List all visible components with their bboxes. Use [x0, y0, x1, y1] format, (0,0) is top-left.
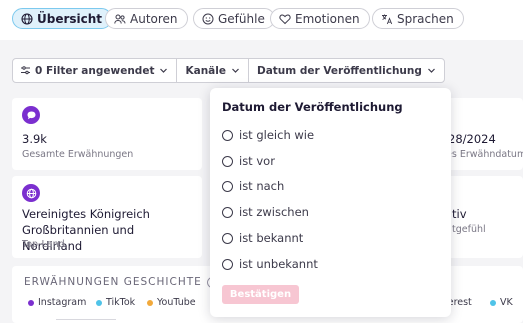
filters-applied-label: 0 Filter angewendet [35, 64, 155, 77]
option-ist-vor[interactable]: ist vor [222, 154, 275, 168]
sentiment-label: tgefühl [452, 224, 486, 235]
legend-label: TikTok [106, 297, 136, 308]
smile-icon [202, 13, 214, 24]
option-ist-zwischen[interactable]: ist zwischen [222, 205, 309, 219]
legend-dot [490, 299, 496, 306]
country-label: Top-Land [22, 239, 65, 250]
legend-label: Instagram [38, 297, 87, 308]
legend-dot [96, 299, 102, 306]
legend-label: VK [500, 297, 513, 308]
mentions-label: Gesamte Erwähnungen [22, 149, 134, 160]
translate-icon [382, 14, 393, 24]
legend-dot [147, 299, 153, 306]
tab-label: Sprachen [397, 11, 454, 26]
globe-icon [21, 12, 33, 25]
globe-icon [22, 184, 40, 202]
mentions-value: 3.9k [22, 132, 47, 146]
tab-label: Gefühle [218, 11, 265, 26]
chart-gridline [56, 319, 116, 320]
option-label: ist nach [239, 179, 285, 193]
heart-icon [279, 13, 291, 24]
chevron-down-icon [427, 68, 435, 73]
radio-button[interactable] [222, 129, 233, 141]
tab-emotionen[interactable]: Emotionen [270, 8, 370, 29]
mentions-card: 3.9k Gesamte Erwähnungen [12, 98, 202, 170]
channels-label: Kanäle [185, 64, 226, 77]
tab-label: Autoren [130, 11, 178, 26]
legend-label: YouTube [157, 297, 196, 308]
channels-dropdown[interactable]: Kanäle [177, 59, 249, 82]
filters-applied-dropdown[interactable]: 0 Filter angewendet [13, 59, 178, 82]
sentiment-value: tiv [452, 207, 467, 221]
option-label: ist bekannt [239, 231, 304, 245]
tab-uebersicht[interactable]: Übersicht [12, 8, 113, 29]
pubdate-label: Datum der Veröffentlichung [256, 64, 422, 77]
option-label: ist unbekannt [239, 257, 318, 271]
radio-button[interactable] [222, 155, 233, 167]
legend-item-vk[interactable]: VK [490, 297, 513, 308]
sliders-icon [21, 66, 30, 75]
date-value: 28/2024 [448, 132, 496, 146]
radio-button[interactable] [222, 180, 233, 192]
chevron-down-icon [160, 68, 168, 73]
history-title: ERWÄHNUNGEN GESCHICHTE ? [24, 276, 218, 288]
tab-bar: Übersicht Autoren Gefühle Emotionen Spra… [0, 0, 523, 40]
option-label: ist vor [239, 154, 275, 168]
legend-dot [28, 299, 34, 306]
tab-label: Übersicht [37, 11, 103, 26]
date-label: es Erwähndatum [446, 149, 523, 160]
country-card: Vereinigtes Königreich Großbritannien un… [12, 176, 202, 258]
option-label: ist zwischen [239, 205, 309, 219]
pubdate-popover: Datum der Veröffentlichung ist gleich wi… [210, 88, 451, 317]
option-ist-gleich-wie[interactable]: ist gleich wie [222, 128, 314, 142]
history-title-text: ERWÄHNUNGEN GESCHICHTE [24, 276, 202, 288]
radio-button[interactable] [222, 206, 233, 218]
tab-autoren[interactable]: Autoren [105, 8, 188, 29]
option-ist-unbekannt[interactable]: ist unbekannt [222, 257, 318, 271]
filter-bar: 0 Filter angewendet Kanäle Datum der Ver… [12, 58, 445, 83]
pubdate-dropdown[interactable]: Datum der Veröffentlichung [249, 59, 444, 82]
option-label: ist gleich wie [239, 128, 315, 142]
tab-label: Emotionen [295, 11, 360, 26]
option-ist-nach[interactable]: ist nach [222, 179, 284, 193]
popover-title: Datum der Veröffentlichung [222, 100, 403, 114]
tab-gefuehle[interactable]: Gefühle [193, 8, 275, 29]
radio-button[interactable] [222, 232, 233, 244]
confirm-button[interactable]: Bestätigen [222, 285, 299, 304]
legend-item-youtube[interactable]: YouTube [147, 297, 196, 308]
chevron-down-icon [232, 68, 239, 73]
chat-bubble-icon [22, 106, 40, 124]
radio-button[interactable] [222, 258, 233, 270]
legend-item-instagram[interactable]: Instagram [28, 297, 86, 308]
tab-sprachen[interactable]: Sprachen [372, 8, 464, 29]
legend-item-tiktok[interactable]: TikTok [96, 297, 135, 308]
option-ist-bekannt[interactable]: ist bekannt [222, 231, 303, 245]
people-icon [114, 14, 126, 24]
